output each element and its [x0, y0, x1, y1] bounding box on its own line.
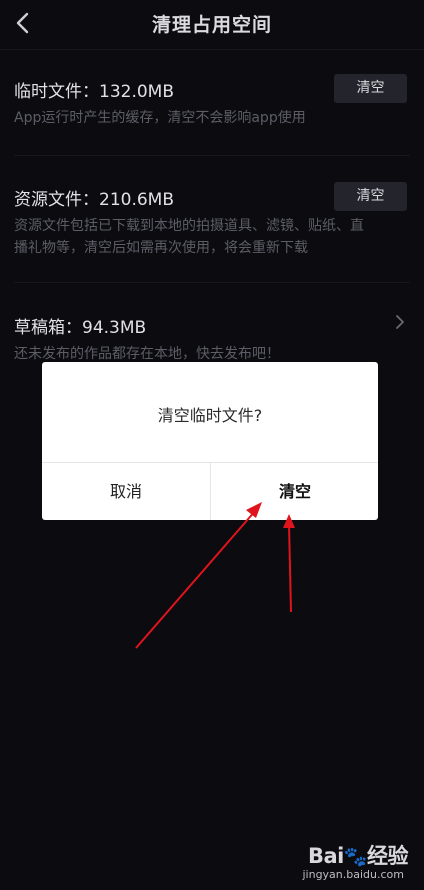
temp-files-title: 临时文件：132.0MB: [14, 82, 174, 102]
arrow-right-annotation: [283, 514, 295, 613]
dialog-cancel-button[interactable]: 取消: [42, 463, 210, 520]
resource-files-desc-line2: 播礼物等，清空后如需再次使用，将会重新下载: [14, 240, 308, 256]
clear-resource-button[interactable]: 清空: [334, 182, 407, 211]
dialog-confirm-button[interactable]: 清空: [211, 463, 378, 520]
confirm-dialog: 清空临时文件? 取消 清空: [42, 362, 378, 520]
page-title: 清理占用空间: [151, 14, 272, 36]
baidu-watermark: Bai🐾经验 jingyan.baidu.com: [278, 840, 408, 884]
resource-files-title: 资源文件：210.6MB: [14, 190, 174, 210]
resource-files-desc-line1: 资源文件包括已下载到本地的拍摄道具、滤镜、贴纸、直: [14, 218, 364, 234]
divider: [14, 282, 410, 283]
watermark-url: jingyan.baidu.com: [302, 868, 404, 881]
dialog-message: 清空临时文件?: [157, 406, 263, 425]
chevron-right-icon[interactable]: [394, 313, 406, 331]
top-bar: 清理占用空间: [0, 0, 424, 50]
watermark-logo: Bai🐾经验: [307, 844, 409, 868]
divider: [14, 155, 410, 156]
drafts-title: 草稿箱：94.3MB: [14, 318, 147, 338]
clear-temp-button[interactable]: 清空: [334, 74, 407, 103]
arrow-left-annotation: [135, 502, 262, 649]
temp-files-desc: App运行时产生的缓存，清空不会影响app使用: [14, 110, 306, 126]
